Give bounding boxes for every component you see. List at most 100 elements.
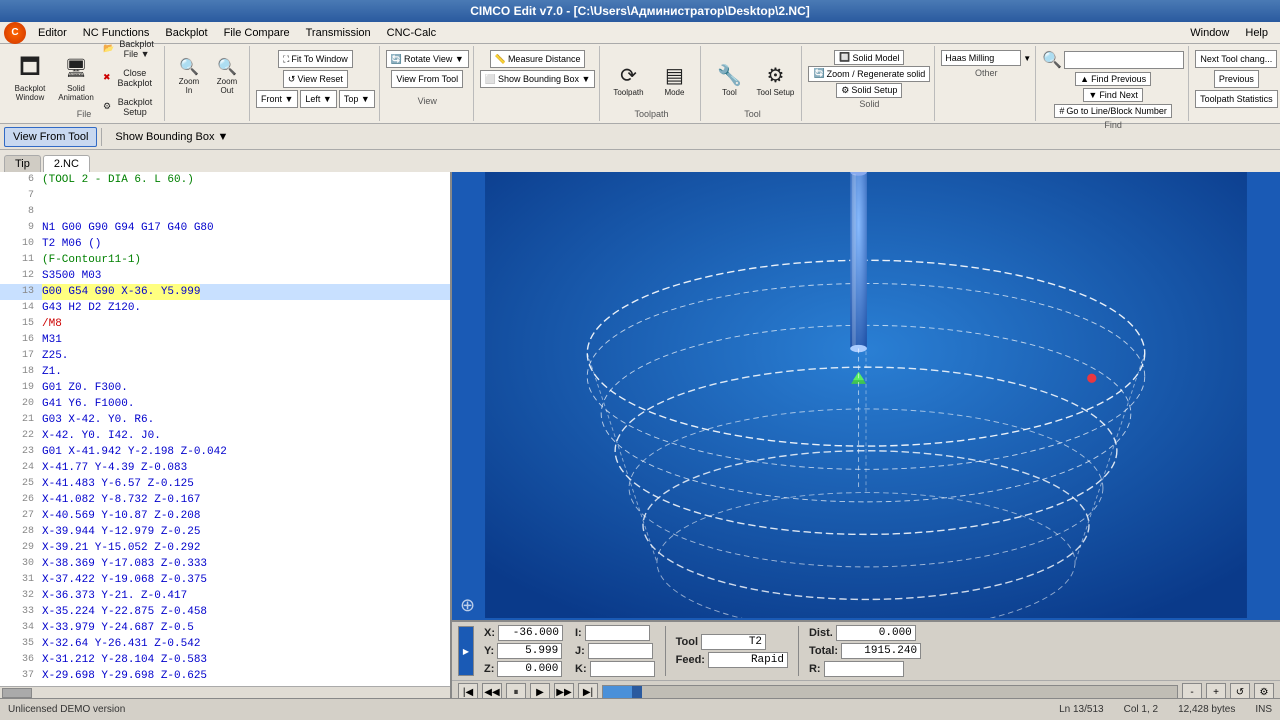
measure-distance-button[interactable]: 📏 Measure Distance bbox=[490, 50, 586, 68]
settings-button[interactable]: ⚙ bbox=[1254, 683, 1274, 698]
toolbar-group-view-angle: ⛶ Fit To Window ↺ View Reset Front ▼ Lef… bbox=[252, 46, 380, 121]
code-line-16: 16M31 bbox=[0, 332, 450, 348]
z-value[interactable] bbox=[497, 661, 562, 677]
solid-animation-button[interactable]: 🖥 SolidAnimation bbox=[54, 48, 98, 108]
close-backplot-button[interactable]: ✖ Close Backplot bbox=[100, 64, 160, 92]
line-number: 7 bbox=[4, 188, 34, 204]
speed-minus-button[interactable]: - bbox=[1182, 683, 1202, 698]
tab-tip[interactable]: Tip bbox=[4, 155, 41, 172]
show-bounding-box-button[interactable]: ⬜ Show Bounding Box ▼ bbox=[480, 70, 596, 88]
viewport[interactable]: ⊕ ▶ X: Y: bbox=[452, 172, 1280, 698]
tool-display-value[interactable] bbox=[701, 634, 766, 650]
loop-button[interactable]: ↺ bbox=[1230, 683, 1250, 698]
code-line-27: 27X-40.569 Y-10.87 Z-0.208 bbox=[0, 508, 450, 524]
r-value[interactable] bbox=[824, 661, 904, 677]
goto-line-button[interactable]: # Go to Line/Block Number bbox=[1054, 104, 1172, 118]
y-value[interactable] bbox=[497, 643, 562, 659]
view-from-tool-btn[interactable]: View From Tool bbox=[4, 127, 97, 147]
play-play-button[interactable]: ▶ bbox=[530, 683, 550, 698]
total-label: Total: bbox=[809, 645, 838, 657]
left-view-button[interactable]: Left ▼ bbox=[300, 90, 336, 108]
tool-setup-button[interactable]: ⚙ Tool Setup bbox=[753, 50, 797, 110]
menu-file-compare[interactable]: File Compare bbox=[216, 25, 298, 41]
line-text: N1 G00 G90 G94 G17 G40 G80 bbox=[42, 220, 214, 236]
zoom-regenerate-button[interactable]: 🔄 Zoom / Regenerate solid bbox=[808, 66, 930, 81]
measure-label: Measure Distance bbox=[508, 54, 581, 64]
playback-row: |◀ ◀◀ ⏸ ▶ ▶▶ ▶| - + ↺ ⚙ bbox=[452, 680, 1280, 698]
speed-plus-button[interactable]: + bbox=[1206, 683, 1226, 698]
menu-window[interactable]: Window bbox=[1182, 25, 1237, 41]
next-tool-button[interactable]: Next Tool chang... bbox=[1195, 50, 1277, 68]
zoom-in-label: ZoomIn bbox=[179, 77, 199, 95]
play-end-button[interactable]: ▶| bbox=[578, 683, 598, 698]
tool-button[interactable]: 🔧 Tool bbox=[707, 50, 751, 110]
show-bounding-box-btn[interactable]: Show Bounding Box ▼ bbox=[106, 127, 237, 147]
viewport-scroll-icon[interactable]: ⊕ bbox=[460, 595, 475, 616]
zoom-out-button[interactable]: 🔍 ZoomOut bbox=[209, 50, 245, 102]
top-view-button[interactable]: Top ▼ bbox=[339, 90, 375, 108]
solid-setup-button[interactable]: ⚙ Solid Setup bbox=[836, 83, 902, 98]
line-number: 33 bbox=[4, 604, 34, 620]
dist-value[interactable] bbox=[836, 625, 916, 641]
progress-bar[interactable] bbox=[602, 685, 1178, 698]
total-value[interactable] bbox=[841, 643, 921, 659]
rotate-view-button[interactable]: 🔄 Rotate View ▼ bbox=[386, 50, 469, 68]
close-backplot-label: Close Backplot bbox=[113, 68, 157, 88]
menu-backplot[interactable]: Backplot bbox=[157, 25, 215, 41]
find-next-button[interactable]: ▼ Find Next bbox=[1083, 88, 1142, 102]
previous-tool-button[interactable]: Previous bbox=[1214, 70, 1259, 88]
play-prev-button[interactable]: ◀◀ bbox=[482, 683, 502, 698]
toolpath-button[interactable]: ⟳ Toolpath bbox=[606, 50, 650, 110]
mode-label: Mode bbox=[664, 88, 684, 97]
line-text: (TOOL 2 - DIA 6. L 60.) bbox=[42, 172, 194, 188]
code-scroll[interactable]: 6(TOOL 2 - DIA 6. L 60.)789N1 G00 G90 G9… bbox=[0, 172, 450, 686]
solid-model-button[interactable]: 🔲 Solid Model bbox=[834, 50, 904, 65]
backplot-window-button[interactable]: 🗖 BackplotWindow bbox=[8, 48, 52, 108]
menu-transmission[interactable]: Transmission bbox=[298, 25, 379, 41]
zoom-regenerate-label: Zoom / Regenerate solid bbox=[827, 69, 926, 79]
play-start-button[interactable]: |◀ bbox=[458, 683, 478, 698]
i-value[interactable] bbox=[585, 625, 650, 641]
progress-thumb[interactable] bbox=[632, 686, 642, 698]
menu-editor[interactable]: Editor bbox=[30, 25, 75, 41]
mode-button[interactable]: ▤ Mode bbox=[652, 50, 696, 110]
toolbar-group-solid: 🔲 Solid Model 🔄 Zoom / Regenerate solid … bbox=[804, 46, 935, 121]
line-text: Z1. bbox=[42, 364, 62, 380]
code-line-19: 19G01 Z0. F300. bbox=[0, 380, 450, 396]
front-view-button[interactable]: Front ▼ bbox=[256, 90, 298, 108]
line-number: 10 bbox=[4, 236, 34, 252]
view-from-tool-button[interactable]: View From Tool bbox=[391, 70, 463, 88]
menu-help[interactable]: Help bbox=[1237, 25, 1276, 41]
machine-dropdown-icon[interactable]: ▼ bbox=[1023, 54, 1031, 63]
code-line-36: 36X-31.212 Y-28.104 Z-0.583 bbox=[0, 652, 450, 668]
line-number: 9 bbox=[4, 220, 34, 236]
menu-cnc-calc[interactable]: CNC-Calc bbox=[379, 25, 445, 41]
view-reset-button[interactable]: ↺ View Reset bbox=[283, 70, 348, 88]
mode-icon: ▤ bbox=[665, 63, 684, 88]
machine-selector[interactable]: Haas Milling bbox=[941, 50, 1021, 66]
h-scrollbar-thumb[interactable] bbox=[2, 688, 32, 698]
dist-label: Dist. bbox=[809, 627, 833, 639]
coord-separator-1 bbox=[665, 626, 666, 676]
find-input[interactable] bbox=[1064, 51, 1184, 69]
feed-value[interactable] bbox=[708, 652, 788, 668]
tab-2nc[interactable]: 2.NC bbox=[43, 155, 90, 172]
i-label: I: bbox=[575, 627, 582, 639]
zoom-in-button[interactable]: 🔍 ZoomIn bbox=[171, 50, 207, 102]
line-text: X-31.212 Y-28.104 Z-0.583 bbox=[42, 652, 207, 668]
h-scrollbar[interactable] bbox=[0, 686, 450, 698]
play-next-button[interactable]: ▶▶ bbox=[554, 683, 574, 698]
k-value[interactable] bbox=[590, 661, 655, 677]
find-next-icon: ▼ bbox=[1088, 90, 1097, 100]
toolpath-statistics-button[interactable]: Toolpath Statistics bbox=[1195, 90, 1278, 108]
j-value[interactable] bbox=[588, 643, 653, 659]
x-value[interactable] bbox=[498, 625, 563, 641]
find-previous-button[interactable]: ▲ Find Previous bbox=[1075, 72, 1151, 86]
bounding-box-icon: ⬜ bbox=[485, 74, 496, 85]
find-previous-icon: ▲ bbox=[1080, 74, 1089, 84]
fit-to-window-button[interactable]: ⛶ Fit To Window bbox=[278, 50, 353, 68]
toolpath-section-label: Toolpath bbox=[602, 109, 700, 119]
play-pause-button[interactable]: ⏸ bbox=[506, 683, 526, 698]
xyz-coords: X: Y: Z: bbox=[484, 625, 563, 677]
backplot-file-button[interactable]: 📂 Backplot File ▼ bbox=[100, 35, 160, 63]
